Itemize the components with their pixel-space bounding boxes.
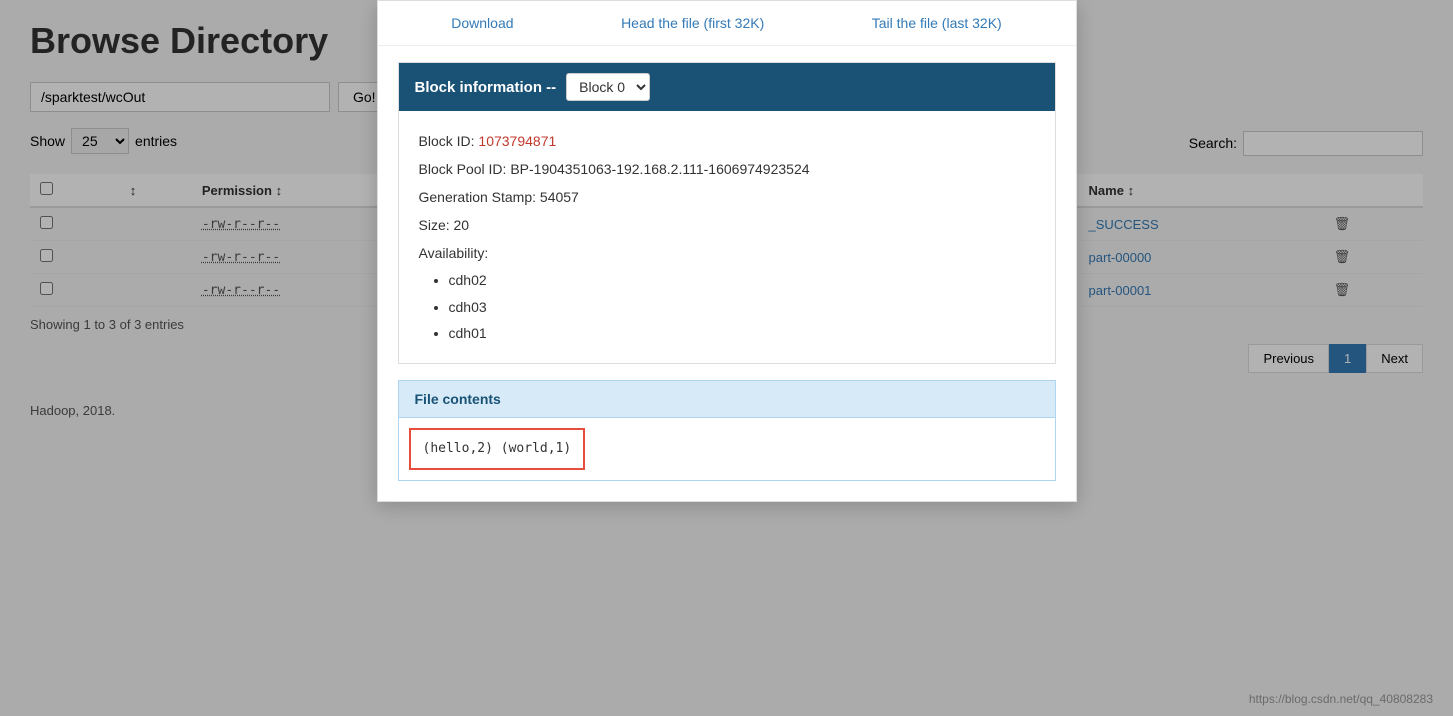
size-row: Size: 20 <box>419 211 1035 239</box>
file-contents-header: File contents <box>398 380 1056 418</box>
block-select[interactable]: Block 0Block 1Block 2 <box>566 73 650 101</box>
availability-list: cdh02cdh03cdh01 <box>449 267 1035 347</box>
block-info-section: Block information -- Block 0Block 1Block… <box>398 62 1056 364</box>
availability-node: cdh01 <box>449 320 1035 347</box>
file-contents-section: File contents (hello,2) (world,1) <box>398 380 1056 481</box>
block-id-label: Block ID: <box>419 133 475 149</box>
block-info-header: Block information -- Block 0Block 1Block… <box>399 63 1055 111</box>
availability-node: cdh02 <box>449 267 1035 294</box>
size-label: Size: <box>419 217 450 233</box>
availability-row: Availability: cdh02cdh03cdh01 <box>419 239 1035 347</box>
block-info-header-label: Block information -- <box>415 79 557 96</box>
gen-stamp-row: Generation Stamp: 54057 <box>419 183 1035 211</box>
block-info-body: Block ID: 1073794871 Block Pool ID: BP-1… <box>399 111 1055 363</box>
gen-stamp-label: Generation Stamp: <box>419 189 537 205</box>
size-value: 20 <box>454 217 470 233</box>
modal-action-links: Download Head the file (first 32K) Tail … <box>378 1 1076 46</box>
availability-label: Availability: <box>419 245 489 261</box>
file-info-modal: Download Head the file (first 32K) Tail … <box>377 0 1077 502</box>
block-id-value: 1073794871 <box>478 133 556 149</box>
block-id-row: Block ID: 1073794871 <box>419 127 1035 155</box>
file-contents-inner: (hello,2) (world,1) <box>409 428 586 470</box>
tail-file-link[interactable]: Tail the file (last 32K) <box>872 15 1002 31</box>
block-pool-row: Block Pool ID: BP-1904351063-192.168.2.1… <box>419 155 1035 183</box>
head-file-link[interactable]: Head the file (first 32K) <box>621 15 764 31</box>
availability-node: cdh03 <box>449 294 1035 321</box>
block-pool-label: Block Pool ID: <box>419 161 507 177</box>
file-contents-body: (hello,2) (world,1) <box>398 418 1056 481</box>
gen-stamp-value: 54057 <box>540 189 579 205</box>
block-pool-value: BP-1904351063-192.168.2.111-160697492352… <box>510 161 809 177</box>
download-link[interactable]: Download <box>451 15 513 31</box>
